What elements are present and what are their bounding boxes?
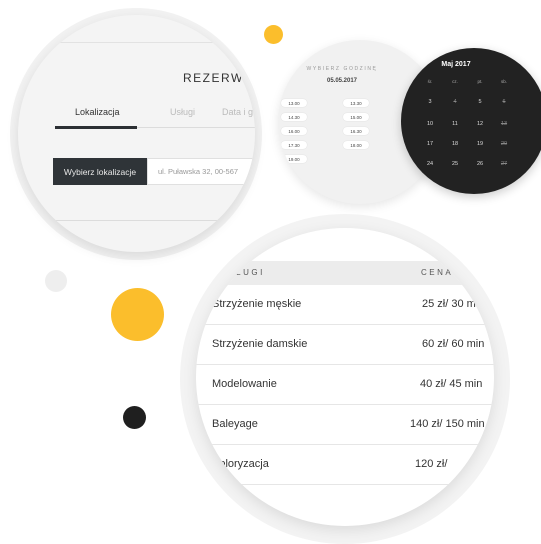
service-name: Strzyżenie damskie (212, 338, 308, 350)
calendar-day[interactable]: 5 (470, 99, 490, 105)
time-slot[interactable]: 14.30 (281, 113, 307, 121)
tab-lokalizacja[interactable]: Lokalizacja (75, 107, 120, 117)
time-picker-title: WYBIERZ GODZINĘ (306, 66, 378, 72)
calendar-day[interactable]: 26 (470, 161, 490, 167)
decorative-dot-yellow-small (264, 25, 283, 44)
booking-form-preview: REZERWAC Lokalizacja Usługi Data i g Wyb… (18, 15, 255, 252)
calendar-day[interactable]: 3 (420, 99, 440, 105)
divider (28, 220, 255, 221)
calendar-day[interactable]: 17 (420, 141, 440, 147)
time-slot[interactable]: 17.30 (281, 141, 307, 149)
service-price: 60 zł/ 60 min (422, 338, 485, 350)
table-row[interactable]: Baleyage 140 zł/ 150 min (196, 405, 494, 445)
weekday-label: cz. (452, 79, 458, 84)
decorative-dot-gray (45, 270, 67, 292)
calendar-day[interactable]: 19 (470, 141, 490, 147)
service-price: 120 zł/ (415, 458, 448, 470)
service-price: 25 zł/ 30 min (422, 298, 485, 310)
time-slot[interactable]: 13.00 (281, 99, 307, 107)
decorative-dot-black (123, 406, 146, 429)
service-name: Modelowanie (212, 378, 277, 390)
selected-date: 05.05.2017 (326, 78, 358, 84)
weekday-label: sb. (500, 79, 507, 84)
choose-location-button[interactable]: Wybierz lokalizacje (53, 158, 147, 185)
active-tab-indicator (55, 126, 137, 129)
calendar-day: 27 (500, 161, 508, 167)
calendar-day[interactable]: 12 (470, 121, 490, 127)
service-name: Strzyżenie męskie (212, 298, 302, 310)
calendar-day: 4 (453, 99, 457, 105)
service-price: 40 zł/ 45 min (420, 378, 483, 390)
weekday-label: śr. (427, 79, 433, 84)
calendar-month: Maj 2017 (441, 61, 471, 68)
tab-uslugi[interactable]: Usługi (170, 107, 195, 117)
table-row[interactable]: Modelowanie 40 zł/ 45 min (196, 365, 494, 405)
column-header-price: CENA (421, 268, 454, 277)
calendar-day[interactable]: 11 (445, 121, 465, 127)
calendar-day[interactable]: 24 (420, 161, 440, 167)
tab-data-godzina[interactable]: Data i g (222, 107, 253, 117)
time-slot[interactable]: 16.30 (343, 127, 369, 135)
decorative-dot-yellow-large (111, 288, 164, 341)
service-name: Koloryzacja (212, 458, 269, 470)
weekday-label: pt. (477, 79, 483, 84)
tab-divider (137, 127, 255, 128)
time-slot[interactable]: 15.00 (343, 113, 369, 121)
service-price: 140 zł/ 150 min (410, 418, 485, 430)
table-row[interactable]: Strzyżenie męskie 25 zł/ 30 min (196, 285, 494, 325)
address-field[interactable]: ul. Puławska 32, 00-567 (147, 158, 255, 185)
services-table-preview: USŁUGI CENA Strzyżenie męskie 25 zł/ 30 … (196, 228, 494, 526)
calendar-day: 20 (500, 141, 508, 147)
booking-title: REZERWAC (183, 71, 255, 85)
table-row[interactable]: Strzyżenie damskie 60 zł/ 60 min (196, 325, 494, 365)
table-row[interactable]: Koloryzacja 120 zł/ (196, 445, 494, 485)
time-slot[interactable]: 13.30 (343, 99, 369, 107)
calendar-day[interactable]: 18 (445, 141, 465, 147)
calendar-day: 13 (500, 121, 508, 127)
service-name: Baleyage (212, 418, 258, 430)
calendar-preview: Maj 2017 śr. cz. pt. sb. 3 4 5 6 10 11 1… (401, 48, 541, 194)
calendar-day[interactable]: 31 (420, 181, 440, 187)
time-slot[interactable]: 18.00 (343, 141, 369, 149)
time-slot[interactable]: 16.00 (281, 127, 307, 135)
column-header-services: USŁUGI (220, 268, 265, 277)
time-slot[interactable]: 19.00 (281, 155, 307, 163)
calendar-day[interactable]: 10 (420, 121, 440, 127)
calendar-day: 6 (502, 99, 506, 105)
calendar-day[interactable]: 25 (445, 161, 465, 167)
divider (58, 42, 255, 43)
